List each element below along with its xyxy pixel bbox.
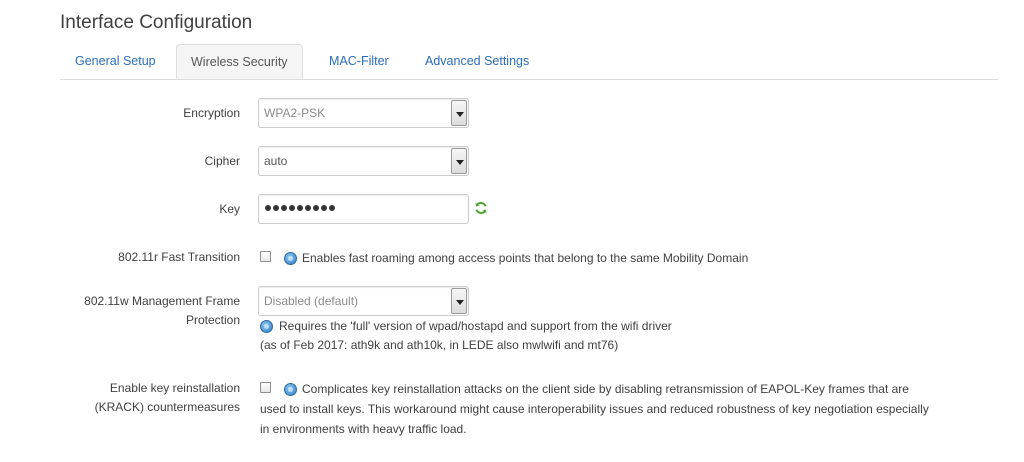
chevron-down-icon bbox=[451, 100, 467, 126]
cipher-value: auto bbox=[264, 154, 288, 168]
tab-wireless-security[interactable]: Wireless Security bbox=[176, 44, 303, 79]
krack-description-2: used to install keys. This workaround mi… bbox=[260, 402, 929, 416]
help-icon bbox=[284, 252, 297, 265]
password-dot bbox=[305, 205, 311, 211]
chevron-down-icon bbox=[451, 148, 467, 174]
key-input[interactable] bbox=[258, 194, 469, 224]
tab-advanced-settings[interactable]: Advanced Settings bbox=[425, 44, 529, 79]
help-icon bbox=[260, 320, 273, 333]
encryption-label: Encryption bbox=[183, 106, 240, 120]
password-dot bbox=[329, 205, 335, 211]
reveal-password-icon[interactable] bbox=[474, 201, 488, 215]
fast-transition-checkbox[interactable] bbox=[260, 251, 271, 262]
fast-transition-label: 802.11r Fast Transition bbox=[118, 250, 240, 264]
help-icon bbox=[284, 383, 297, 396]
chevron-down-icon bbox=[451, 288, 467, 314]
tab-bar: General Setup Wireless Security MAC-Filt… bbox=[60, 44, 998, 80]
key-label: Key bbox=[219, 202, 240, 216]
krack-checkbox[interactable] bbox=[260, 382, 271, 393]
password-mask bbox=[265, 205, 335, 211]
mgmt-frame-protection-description-2: (as of Feb 2017: ath9k and ath10k, in LE… bbox=[260, 338, 619, 352]
password-dot bbox=[265, 205, 271, 211]
mgmt-frame-protection-select[interactable]: Disabled (default) bbox=[258, 286, 469, 316]
mgmt-frame-protection-label-1: 802.11w Management Frame bbox=[84, 294, 240, 308]
fast-transition-description: Enables fast roaming among access points… bbox=[302, 251, 749, 265]
mgmt-frame-protection-value: Disabled (default) bbox=[264, 294, 359, 308]
encryption-value: WPA2-PSK bbox=[264, 106, 326, 120]
password-dot bbox=[289, 205, 295, 211]
krack-label-1: Enable key reinstallation bbox=[109, 381, 240, 395]
password-dot bbox=[297, 205, 303, 211]
krack-description-3: in environments with heavy traffic load. bbox=[260, 422, 467, 436]
password-dot bbox=[313, 205, 319, 211]
mgmt-frame-protection-label-2: Protection bbox=[185, 313, 240, 327]
krack-label-2: (KRACK) countermeasures bbox=[94, 400, 240, 414]
mgmt-frame-protection-description-1: Requires the 'full' version of wpad/host… bbox=[279, 319, 672, 333]
cipher-select[interactable]: auto bbox=[258, 146, 469, 176]
password-dot bbox=[321, 205, 327, 211]
krack-description-1: Complicates key reinstallation attacks o… bbox=[302, 382, 909, 396]
tab-general-setup[interactable]: General Setup bbox=[75, 44, 156, 79]
tab-mac-filter[interactable]: MAC-Filter bbox=[329, 44, 389, 79]
password-dot bbox=[273, 205, 279, 211]
password-dot bbox=[281, 205, 287, 211]
page-title: Interface Configuration bbox=[60, 12, 253, 33]
encryption-select[interactable]: WPA2-PSK bbox=[258, 98, 469, 128]
cipher-label: Cipher bbox=[204, 154, 240, 168]
